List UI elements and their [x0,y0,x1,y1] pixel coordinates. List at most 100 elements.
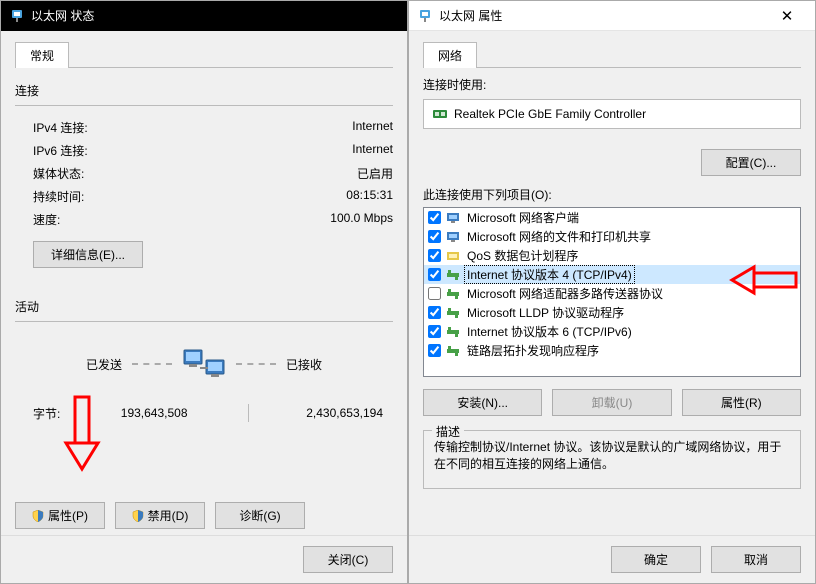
item-checkbox[interactable] [428,287,441,300]
list-item[interactable]: Microsoft 网络客户端 [424,208,800,227]
item-label: Microsoft LLDP 协议驱动程序 [465,304,626,321]
adapter-box: Realtek PCIe GbE Family Controller [423,99,801,129]
uninstall-button: 卸载(U) [552,389,671,416]
description-header: 描述 [432,423,464,440]
row-duration: 持续时间:08:15:31 [15,185,393,208]
status-body: 常规 连接 IPv4 连接:Internet IPv6 连接:Internet … [1,31,407,535]
sent-label: 已发送 [86,356,122,373]
titlebar: 以太网 属性 ✕ [409,1,815,31]
action-buttons: 属性(P) 禁用(D) 诊断(G) [15,502,393,529]
disable-button[interactable]: 禁用(D) [115,502,205,529]
close-icon[interactable]: ✕ [767,7,807,25]
adapter-icon [432,106,448,122]
speed-label: 速度: [33,211,60,228]
window-title: 以太网 属性 [439,7,767,24]
separator [248,404,249,422]
description-text: 传输控制协议/Internet 协议。该协议是默认的广域网络协议，用于在不同的相… [434,439,790,474]
item-checkbox[interactable] [428,268,441,281]
ok-button[interactable]: 确定 [611,546,701,573]
item-label: QoS 数据包计划程序 [465,247,580,264]
properties-body: 网络 连接时使用: Realtek PCIe GbE Family Contro… [409,31,815,535]
protocol-icon [445,267,461,283]
media-label: 媒体状态: [33,165,84,182]
list-item[interactable]: Internet 协议版本 6 (TCP/IPv6) [424,322,800,341]
ethernet-icon [9,8,25,24]
list-item[interactable]: 链路层拓扑发现响应程序 [424,341,800,360]
details-button[interactable]: 详细信息(E)... [33,241,143,268]
bytes-label: 字节: [33,405,83,422]
list-item[interactable]: QoS 数据包计划程序 [424,246,800,265]
tab-general[interactable]: 常规 [15,42,69,68]
item-label: Microsoft 网络的文件和打印机共享 [465,228,653,245]
item-checkbox[interactable] [428,230,441,243]
item-checkbox[interactable] [428,211,441,224]
tab-network[interactable]: 网络 [423,42,477,68]
speed-value: 100.0 Mbps [330,211,393,228]
description-box: 描述 传输控制协议/Internet 协议。该协议是默认的广域网络协议，用于在不… [423,430,801,489]
shield-icon [132,510,144,522]
item-properties-button[interactable]: 属性(R) [682,389,801,416]
client-icon [445,229,461,245]
row-speed: 速度: 100.0 Mbps [15,208,393,231]
footer: 确定 取消 [409,535,815,583]
media-value: 已启用 [357,165,393,182]
item-label: Internet 协议版本 6 (TCP/IPv6) [465,323,634,340]
duration-value: 08:15:31 [346,188,393,205]
service-icon [445,248,461,264]
ipv6-label: IPv6 连接: [33,142,88,159]
row-ipv4: IPv4 连接: Internet [15,116,393,139]
shield-icon [32,510,44,522]
item-checkbox[interactable] [428,306,441,319]
recv-label: 已接收 [286,356,322,373]
titlebar: 以太网 状态 [1,1,407,31]
list-item[interactable]: Microsoft 网络适配器多路传送器协议 [424,284,800,303]
divider [15,105,393,106]
window-title: 以太网 状态 [31,7,399,24]
footer: 关闭(C) [1,535,407,583]
cancel-button[interactable]: 取消 [711,546,801,573]
list-item[interactable]: Microsoft LLDP 协议驱动程序 [424,303,800,322]
computers-icon [182,342,226,386]
adapter-name: Realtek PCIe GbE Family Controller [454,107,646,121]
ipv4-value: Internet [352,119,393,136]
diagnose-button[interactable]: 诊断(G) [215,502,305,529]
item-checkbox[interactable] [428,325,441,338]
bytes-sent: 193,643,508 [83,406,218,420]
ethernet-status-window: 以太网 状态 常规 连接 IPv4 连接: Internet IPv6 连接: In… [0,0,408,584]
dash-icon [236,363,276,365]
item-list[interactable]: Microsoft 网络客户端 Microsoft 网络的文件和打印机共享 QoS … [423,207,801,377]
install-button[interactable]: 安装(N)... [423,389,542,416]
list-item[interactable]: Internet 协议版本 4 (TCP/IPv4) [424,265,800,284]
divider [15,321,393,322]
item-buttons: 安装(N)... 卸载(U) 属性(R) [423,389,801,416]
item-label: Internet 协议版本 4 (TCP/IPv4) [465,266,634,283]
tabs: 常规 [15,41,393,68]
client-icon [445,210,461,226]
bytes-recv: 2,430,653,194 [279,406,394,420]
ipv4-label: IPv4 连接: [33,119,88,136]
activity-graphic: 已发送 已接收 [15,342,393,386]
close-button[interactable]: 关闭(C) [303,546,393,573]
list-item[interactable]: Microsoft 网络的文件和打印机共享 [424,227,800,246]
protocol-icon [445,286,461,302]
item-label: Microsoft 网络客户端 [465,209,581,226]
item-checkbox[interactable] [428,344,441,357]
row-media: 媒体状态: 已启用 [15,162,393,185]
tabs: 网络 [423,41,801,68]
activity-header: 活动 [15,298,393,315]
item-label: Microsoft 网络适配器多路传送器协议 [465,285,665,302]
ethernet-properties-window: 以太网 属性 ✕ 网络 连接时使用: Realtek PCIe GbE Fami… [408,0,816,584]
item-label: 链路层拓扑发现响应程序 [465,342,601,359]
configure-button[interactable]: 配置(C)... [701,149,801,176]
row-ipv6: IPv6 连接: Internet [15,139,393,162]
connect-using-label: 连接时使用: [423,76,801,93]
item-checkbox[interactable] [428,249,441,262]
protocol-icon [445,324,461,340]
connection-header: 连接 [15,82,393,99]
items-label: 此连接使用下列项目(O): [423,186,801,203]
ipv6-value: Internet [352,142,393,159]
bytes-row: 字节: 193,643,508 2,430,653,194 [15,404,393,422]
protocol-icon [445,343,461,359]
protocol-icon [445,305,461,321]
properties-button[interactable]: 属性(P) [15,502,105,529]
